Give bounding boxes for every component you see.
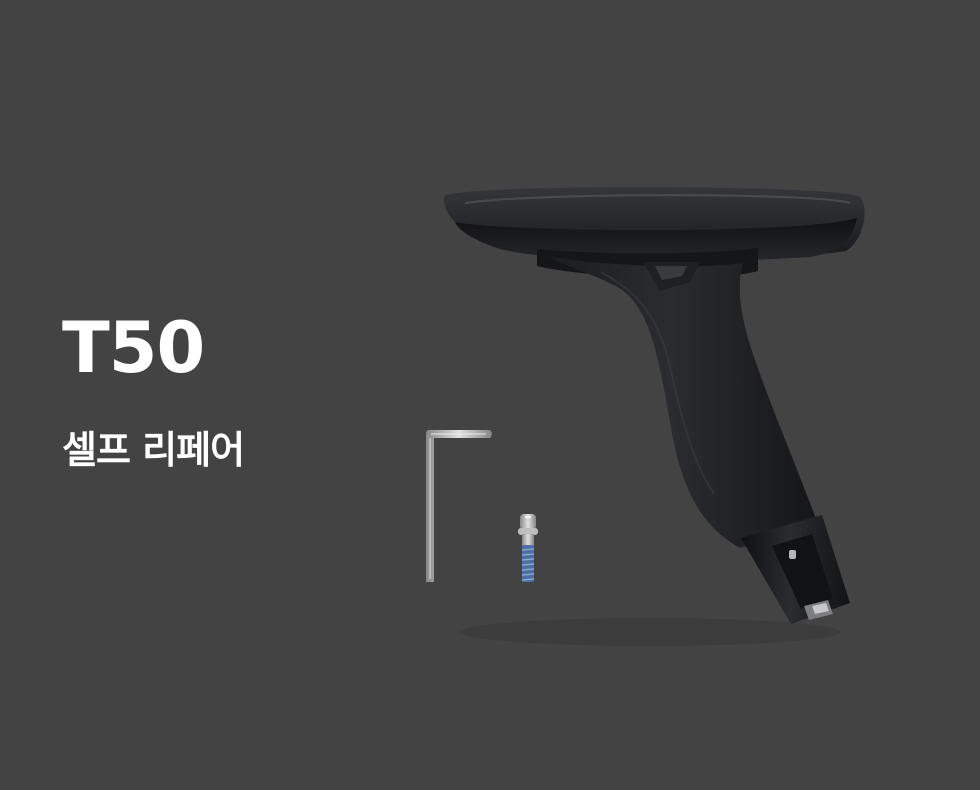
product-illustration [426, 187, 865, 646]
armrest-icon [444, 187, 865, 646]
hex-key-icon [426, 430, 492, 582]
screw-icon [518, 514, 538, 582]
product-banner: T50 셀프 리페어 [0, 0, 980, 790]
